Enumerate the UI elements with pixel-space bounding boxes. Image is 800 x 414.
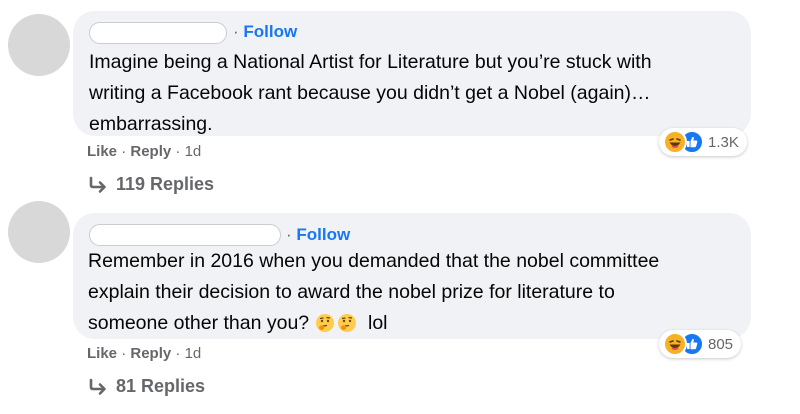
comment-text-segment: someone other than you? — [88, 312, 310, 334]
follow-separator: · — [233, 22, 239, 41]
comment-text-line: writing a Facebook rant because you didn… — [89, 82, 651, 104]
comment-text-segment: lol — [368, 312, 388, 334]
comment-text-line: Imagine being a National Artist for Lite… — [89, 51, 652, 73]
reply-button[interactable]: Reply — [130, 143, 171, 160]
comment-text: Imagine being a National Artist for Lite… — [89, 47, 652, 140]
author-name-redacted[interactable] — [89, 224, 281, 246]
separator: · — [175, 345, 181, 362]
avatar[interactable] — [8, 14, 70, 76]
comment-actions: Like · Reply · 1d — [87, 345, 201, 362]
comment-text-line: Remember in 2016 when you demanded that … — [88, 250, 660, 272]
separator: · — [121, 345, 127, 362]
separator: · — [175, 143, 181, 160]
replies-count-label: 119 Replies — [116, 174, 215, 194]
comment-bubble: · Follow Imagine being a National Artist… — [73, 11, 751, 136]
comment-age[interactable]: 1d — [185, 345, 202, 362]
reaction-summary[interactable]: 1.3K — [659, 128, 747, 156]
comment-actions: Like · Reply · 1d — [87, 143, 201, 160]
view-replies-button[interactable]: 81 Replies — [88, 376, 205, 397]
follow-line: · Follow — [233, 22, 297, 42]
like-button[interactable]: Like — [87, 345, 117, 362]
follow-separator: · — [286, 225, 292, 244]
reaction-summary[interactable]: 805 — [659, 330, 742, 358]
follow-line: · Follow — [286, 225, 350, 245]
haha-reaction-icon — [663, 130, 687, 154]
thinking-face-emoji — [337, 314, 356, 332]
reply-button[interactable]: Reply — [130, 345, 171, 362]
haha-reaction-icon — [663, 332, 687, 356]
comment-text-line: explain their decision to award the nobe… — [88, 281, 615, 303]
follow-button[interactable]: Follow — [296, 225, 350, 244]
thinking-face-emoji — [315, 314, 334, 332]
view-replies-button[interactable]: 119 Replies — [88, 174, 214, 195]
avatar[interactable] — [8, 201, 70, 263]
comment-age[interactable]: 1d — [185, 143, 202, 160]
comment-text-line: someone other than you? lol — [88, 308, 659, 339]
follow-button[interactable]: Follow — [243, 22, 297, 41]
comment-text-line: embarrassing. — [89, 113, 213, 135]
reaction-count: 805 — [708, 335, 734, 353]
reply-arrow-icon — [89, 378, 106, 395]
reply-arrow-icon — [89, 176, 106, 193]
reaction-count: 1.3K — [708, 133, 739, 151]
author-name-redacted[interactable] — [89, 22, 227, 44]
comment-bubble: · Follow Remember in 2016 when you deman… — [73, 213, 751, 339]
separator: · — [121, 143, 127, 160]
replies-count-label: 81 Replies — [116, 376, 206, 396]
like-button[interactable]: Like — [87, 143, 117, 160]
comment-text: Remember in 2016 when you demanded that … — [88, 246, 659, 339]
